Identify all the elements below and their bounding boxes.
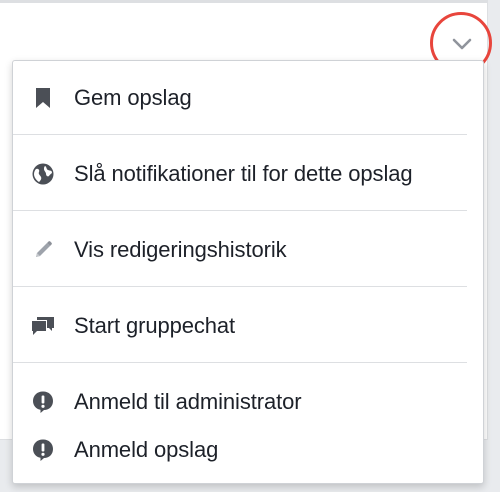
pencil-icon [30, 237, 56, 263]
page: Gem opslag Slå notifikationer til for de… [0, 0, 500, 492]
post-options-menu: Gem opslag Slå notifikationer til for de… [12, 60, 484, 484]
report-icon [30, 389, 56, 415]
chevron-down-icon [452, 38, 472, 50]
post-options-button[interactable] [448, 30, 476, 58]
menu-item-label: Anmeld opslag [74, 437, 219, 462]
globe-notification-icon [30, 161, 56, 187]
bookmark-icon [30, 85, 56, 111]
menu-item-report-post[interactable]: Anmeld opslag [13, 427, 483, 473]
report-icon [30, 437, 56, 463]
menu-item-label: Slå notifikationer til for dette opslag [74, 161, 413, 186]
menu-item-label: Gem opslag [74, 85, 192, 110]
menu-item-turn-on-notifications[interactable]: Slå notifikationer til for dette opslag [13, 151, 483, 197]
chat-bubbles-icon [30, 313, 56, 339]
divider [13, 362, 467, 363]
menu-item-label: Anmeld til administrator [74, 389, 302, 414]
divider [13, 286, 467, 287]
menu-item-start-group-chat[interactable]: Start gruppechat [13, 303, 483, 349]
menu-item-label: Vis redigeringshistorik [74, 237, 287, 262]
divider [13, 134, 467, 135]
menu-item-save-post[interactable]: Gem opslag [13, 75, 483, 121]
divider [13, 210, 467, 211]
menu-item-report-to-admin[interactable]: Anmeld til administrator [13, 379, 483, 425]
menu-item-label: Start gruppechat [74, 313, 236, 338]
menu-item-edit-history[interactable]: Vis redigeringshistorik [13, 227, 483, 273]
